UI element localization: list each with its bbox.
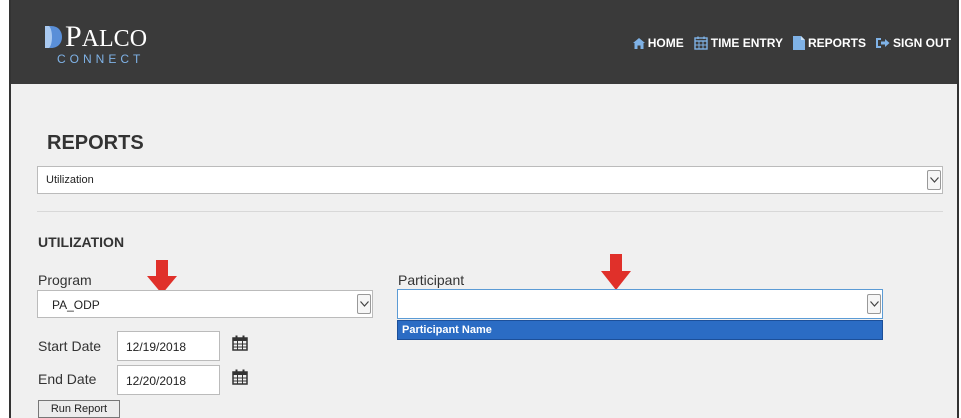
chevron-down-icon (930, 177, 939, 183)
nav-time-entry[interactable]: TIME ENTRY (694, 36, 783, 50)
program-label: Program (38, 272, 92, 288)
program-dropdown-button[interactable] (357, 294, 371, 314)
page-title: REPORTS (47, 132, 144, 154)
calendar-icon (694, 36, 708, 50)
participant-option[interactable]: Participant Name (397, 320, 883, 340)
top-navigation-bar: PALCO CONNECT HOME TIME ENTRY REPORTS SI… (11, 0, 957, 84)
logo-subtitle: CONNECT (57, 52, 145, 66)
report-type-select[interactable]: Utilization (37, 166, 943, 194)
nav-reports[interactable]: REPORTS (792, 36, 866, 50)
main-nav: HOME TIME ENTRY REPORTS SIGN OUT (623, 36, 951, 50)
start-date-calendar-icon[interactable] (232, 335, 248, 351)
chevron-down-icon (870, 301, 879, 307)
document-icon (792, 36, 805, 50)
section-divider (37, 211, 943, 212)
participant-label: Participant (398, 272, 465, 288)
report-type-dropdown-button[interactable] (927, 170, 941, 190)
run-report-button[interactable]: Run Report (38, 400, 120, 418)
logo-wordmark: PALCO (65, 20, 148, 53)
home-icon (632, 37, 645, 49)
app-window: PALCO CONNECT HOME TIME ENTRY REPORTS SI… (9, 0, 959, 418)
palco-logo-mark-icon (45, 26, 62, 48)
nav-sign-out[interactable]: SIGN OUT (875, 36, 951, 50)
sign-out-icon (875, 38, 890, 48)
end-date-label: End Date (38, 371, 97, 387)
start-date-input[interactable]: 12/19/2018 (117, 331, 220, 361)
participant-select[interactable] (397, 289, 883, 319)
end-date-calendar-icon[interactable] (232, 369, 248, 385)
nav-home[interactable]: HOME (632, 36, 684, 50)
end-date-input[interactable]: 12/20/2018 (117, 365, 220, 395)
start-date-label: Start Date (38, 338, 102, 354)
section-title: UTILIZATION (38, 234, 125, 250)
annotation-arrow-icon (601, 254, 631, 290)
chevron-down-icon (360, 301, 369, 307)
report-type-value: Utilization (46, 174, 94, 186)
program-value: PA_ODP (52, 298, 100, 312)
participant-dropdown-button[interactable] (867, 294, 881, 314)
program-select[interactable]: PA_ODP (37, 290, 373, 318)
